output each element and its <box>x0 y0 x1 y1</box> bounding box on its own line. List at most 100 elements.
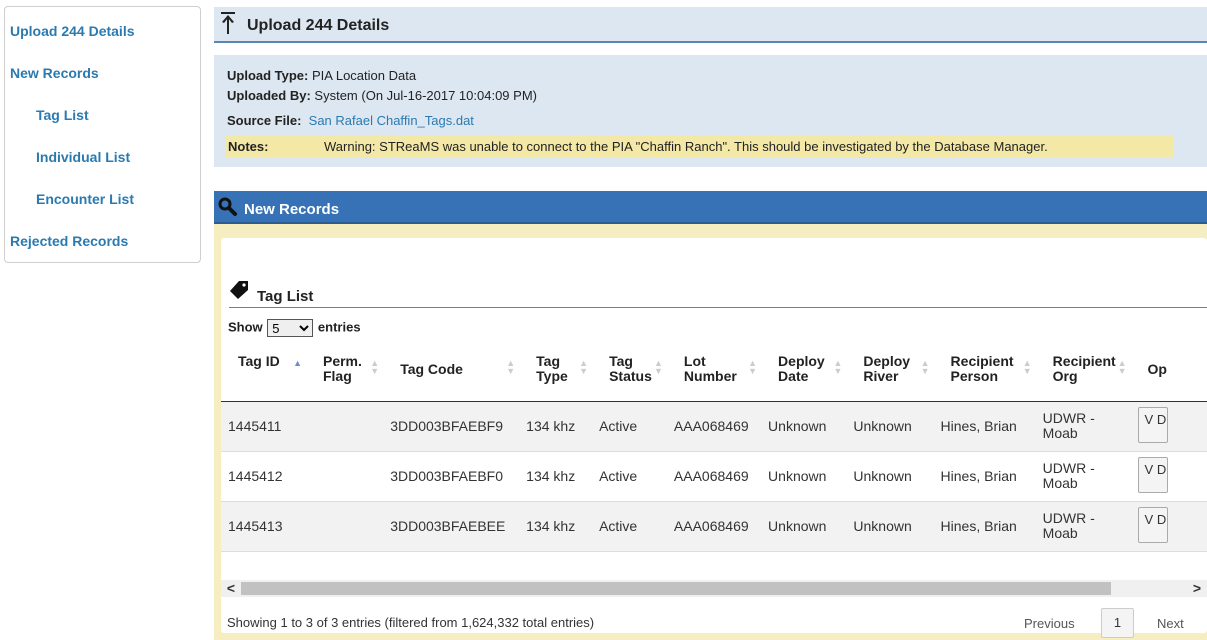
cell-recipient-org: UDWR - Moab <box>1035 401 1131 452</box>
current-page-button[interactable]: 1 <box>1101 608 1134 638</box>
view-details-button[interactable]: V D <box>1137 456 1168 493</box>
column-header-lot-number[interactable]: Lot Number ▲ ▼ <box>666 348 762 402</box>
cell-recipient-person: Hines, Brian <box>933 501 1036 552</box>
scroll-left-icon[interactable]: < <box>223 580 239 597</box>
show-label: Show <box>228 319 263 335</box>
cell-recipient-person: Hines, Brian <box>933 401 1036 452</box>
table-info: Showing 1 to 3 of 3 entries (filtered fr… <box>227 615 595 630</box>
upload-type-row: Upload Type: PIA Location Data <box>227 68 416 83</box>
scroll-right-icon[interactable]: > <box>1189 580 1205 597</box>
sidebar-item-individual-list[interactable]: Individual List <box>36 149 130 165</box>
view-details-button[interactable]: V D <box>1137 406 1168 443</box>
sort-icon: ▲ ▼ <box>1117 358 1127 376</box>
column-header-tag-status[interactable]: Tag Status ▲ ▼ <box>592 348 667 402</box>
table-row: 1445411 3DD003BFAEBF9 134 khz Active AAA… <box>221 401 1207 452</box>
cell-tag-type: 134 khz <box>519 451 593 502</box>
column-header-deploy-date[interactable]: Deploy Date ▲ ▼ <box>761 348 847 402</box>
notes-row: Notes: Warning: STReaMS was unable to con… <box>225 136 1174 158</box>
tag-list-header: Tag List <box>229 278 1207 308</box>
cell-tag-status: Active <box>592 501 667 552</box>
sort-icon: ▲ ▼ <box>748 358 758 376</box>
table-row: 1445412 3DD003BFAEBF0 134 khz Active AAA… <box>221 451 1207 502</box>
cell-tag-status: Active <box>592 451 667 502</box>
source-file-label: Source File: <box>227 113 302 128</box>
tag-list-table-wrap: Tag ID ▲ Perm. Flag ▲ ▼ Tag Code ▲ ▼ Tag Type… <box>221 348 1207 576</box>
cell-tag-type: 134 khz <box>519 401 593 452</box>
new-records-title: New Records <box>244 201 340 218</box>
cell-options: V D <box>1130 451 1207 502</box>
sidebar-item-encounter-list[interactable]: Encounter List <box>36 191 134 207</box>
sort-icon: ▲ ▼ <box>506 358 516 376</box>
cell-deploy-river: Unknown <box>846 501 934 552</box>
uploaded-by-row: Uploaded By: System (On Jul-16-2017 10:0… <box>227 88 537 103</box>
cell-recipient-org: UDWR - Moab <box>1035 501 1131 552</box>
cell-lot-number: AAA068469 <box>666 501 762 552</box>
upload-type-label: Upload Type: <box>227 68 309 83</box>
cell-tag-code: 3DD003BFAEBF0 <box>383 451 520 502</box>
uploaded-by-value: System (On Jul-16-2017 10:04:09 PM) <box>314 88 537 103</box>
cell-options: V D <box>1130 501 1207 552</box>
page-size-select[interactable]: 5 <box>267 319 314 337</box>
column-header-tag-code[interactable]: Tag Code ▲ ▼ <box>383 348 520 402</box>
sort-icon: ▲ ▼ <box>920 358 930 376</box>
cell-tag-id: 1445411 <box>221 401 306 452</box>
search-icon <box>218 197 237 216</box>
column-header-tag-id[interactable]: Tag ID ▲ <box>221 348 306 402</box>
source-file-row: Source File: San Rafael Chaffin_Tags.dat <box>227 113 474 128</box>
sort-icon: ▲ ▼ <box>579 358 589 376</box>
source-file-link[interactable]: San Rafael Chaffin_Tags.dat <box>309 113 474 128</box>
sort-icon: ▲ ▼ <box>654 358 663 376</box>
cell-tag-code: 3DD003BFAEBEE <box>383 501 520 552</box>
entries-label: entries <box>317 319 361 335</box>
tag-list-title: Tag List <box>257 288 314 305</box>
upload-type-value: PIA Location Data <box>312 68 417 83</box>
sidebar-item-new-records[interactable]: New Records <box>10 65 99 81</box>
notes-label: Notes: <box>228 139 269 154</box>
cell-deploy-river: Unknown <box>846 401 934 452</box>
cell-recipient-org: UDWR - Moab <box>1035 451 1131 502</box>
view-details-button[interactable]: V D <box>1137 506 1168 543</box>
tag-list-card: Tag List Show 5 entries Tag ID ▲ Perm. Fl… <box>221 238 1207 638</box>
sidebar-item-upload-details[interactable]: Upload 244 Details <box>10 23 135 39</box>
cell-deploy-date: Unknown <box>761 501 847 552</box>
cell-deploy-river: Unknown <box>846 451 934 502</box>
cell-tag-id: 1445412 <box>221 451 306 502</box>
cell-deploy-date: Unknown <box>761 451 847 502</box>
table-header-row: Tag ID ▲ Perm. Flag ▲ ▼ Tag Code ▲ ▼ Tag Type… <box>221 348 1207 402</box>
upload-details-title: Upload 244 Details <box>247 17 390 34</box>
scrollbar-thumb[interactable] <box>241 582 1111 595</box>
sort-icon: ▲ ▼ <box>1022 358 1032 376</box>
column-header-perm-flag[interactable]: Perm. Flag ▲ ▼ <box>305 348 384 402</box>
cell-recipient-person: Hines, Brian <box>933 451 1036 502</box>
cell-perm-flag <box>305 401 384 452</box>
upload-details-body: Upload Type: PIA Location Data Uploaded … <box>214 55 1207 167</box>
column-header-recipient-org[interactable]: Recipient Org ▲ ▼ <box>1035 348 1131 402</box>
horizontal-scrollbar[interactable]: < > <box>221 580 1207 597</box>
column-header-tag-type[interactable]: Tag Type ▲ ▼ <box>519 348 593 402</box>
sort-icon: ▲ ▼ <box>833 358 843 376</box>
new-records-header: New Records <box>214 191 1207 224</box>
cell-tag-code: 3DD003BFAEBF9 <box>383 401 520 452</box>
cell-lot-number: AAA068469 <box>666 451 762 502</box>
cell-tag-status: Active <box>592 401 667 452</box>
sidebar-item-tag-list[interactable]: Tag List <box>36 107 89 123</box>
cell-tag-id: 1445413 <box>221 501 306 552</box>
column-header-options[interactable]: Op <box>1130 348 1207 402</box>
sort-icon: ▲ ▼ <box>370 358 380 376</box>
previous-page-button[interactable]: Previous <box>1024 616 1075 631</box>
tag-icon <box>230 281 248 299</box>
cell-options: V D <box>1130 401 1207 452</box>
upload-icon <box>221 12 235 34</box>
cell-perm-flag <box>305 451 384 502</box>
column-header-recipient-person[interactable]: Recipient Person ▲ ▼ <box>933 348 1036 402</box>
uploaded-by-label: Uploaded By: <box>227 88 311 103</box>
table-row: 1445413 3DD003BFAEBEE 134 khz Active AAA… <box>221 501 1207 552</box>
upload-details-header: Upload 244 Details <box>214 7 1207 43</box>
next-page-button[interactable]: Next <box>1157 616 1184 631</box>
cell-deploy-date: Unknown <box>761 401 847 452</box>
sidebar-item-rejected-records[interactable]: Rejected Records <box>10 233 128 249</box>
sort-asc-icon: ▲ <box>293 358 302 368</box>
column-header-deploy-river[interactable]: Deploy River ▲ ▼ <box>846 348 934 402</box>
notes-value: Warning: STReaMS was unable to connect t… <box>324 139 1048 154</box>
cell-tag-type: 134 khz <box>519 501 593 552</box>
